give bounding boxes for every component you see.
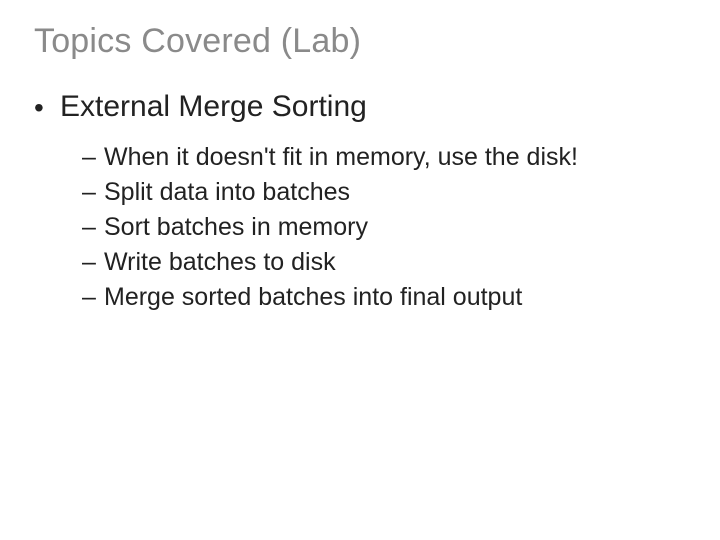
slide: Topics Covered (Lab) • External Merge So…: [0, 0, 720, 540]
bullet-text: Write batches to disk: [104, 246, 336, 279]
bullet-marker: –: [82, 281, 104, 314]
bullet-marker: –: [82, 141, 104, 174]
bullet-text: Merge sorted batches into final output: [104, 281, 522, 314]
bullet-marker: •: [34, 89, 60, 125]
bullet-text: Split data into batches: [104, 176, 350, 209]
bullet-level2: – When it doesn't fit in memory, use the…: [82, 141, 686, 174]
bullet-marker: –: [82, 176, 104, 209]
bullet-level2: – Sort batches in memory: [82, 211, 686, 244]
bullet-level2: – Split data into batches: [82, 176, 686, 209]
bullet-level2: – Merge sorted batches into final output: [82, 281, 686, 314]
bullet-level1: • External Merge Sorting: [34, 89, 686, 125]
bullet-marker: –: [82, 246, 104, 279]
bullet-level2-list: – When it doesn't fit in memory, use the…: [82, 141, 686, 314]
bullet-marker: –: [82, 211, 104, 244]
bullet-level2: – Write batches to disk: [82, 246, 686, 279]
slide-title: Topics Covered (Lab): [34, 22, 686, 61]
bullet-text: External Merge Sorting: [60, 89, 367, 125]
bullet-text: Sort batches in memory: [104, 211, 368, 244]
bullet-text: When it doesn't fit in memory, use the d…: [104, 141, 578, 174]
